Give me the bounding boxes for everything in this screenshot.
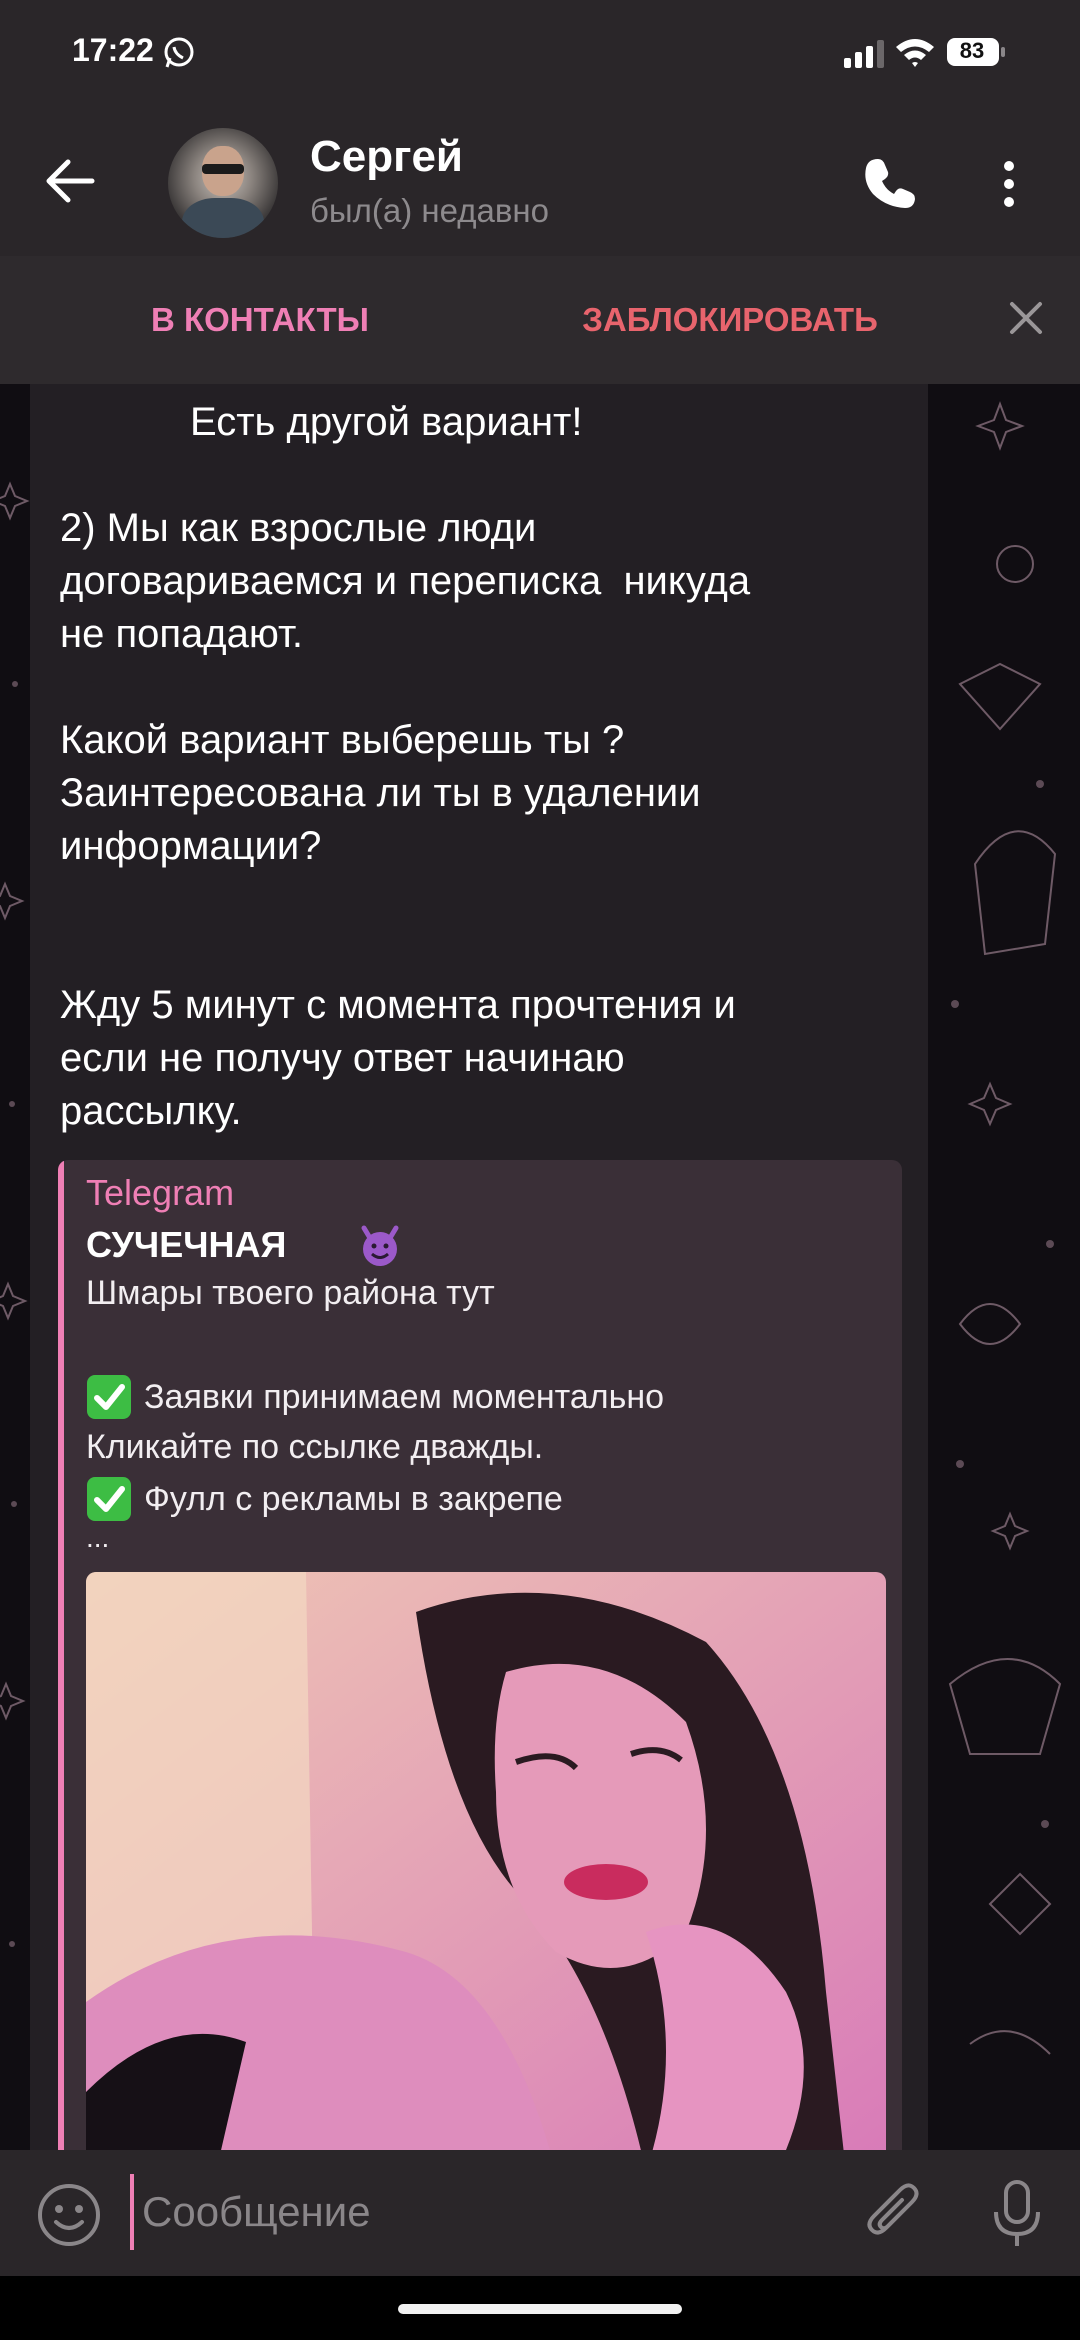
- avatar-glasses: [202, 164, 244, 174]
- contact-name[interactable]: Сергей: [310, 132, 463, 182]
- check-mark-icon: [87, 1375, 131, 1419]
- battery-level: 83: [959, 38, 985, 63]
- paperclip-icon[interactable]: [864, 2182, 924, 2246]
- preview-line-4: Фулл с рекламы в закрепе: [144, 1480, 563, 1518]
- preview-line-2: Заявки принимаем моментально: [144, 1378, 665, 1416]
- preview-title: СУЧЕЧНАЯ: [86, 1224, 287, 1265]
- whatsapp-icon: [164, 37, 194, 68]
- check-mark-icon: [87, 1477, 131, 1521]
- microphone-icon[interactable]: [990, 2178, 1044, 2250]
- message-input-bar: [0, 2150, 1080, 2276]
- status-time: 17:22: [72, 32, 154, 68]
- preview-site-name: Telegram: [86, 1172, 235, 1213]
- smiling-devil-icon: [361, 1225, 399, 1266]
- avatar-body: [182, 198, 264, 238]
- contact-action-bar: В КОНТАКТЫ ЗАБЛОКИРОВАТЬ: [0, 256, 1080, 384]
- preview-image[interactable]: [86, 1572, 886, 2150]
- home-indicator[interactable]: [398, 2304, 682, 2314]
- message-input[interactable]: [130, 2174, 842, 2250]
- message-text-para3: Какой вариант выберешь ты ? Заинтересова…: [60, 718, 701, 868]
- call-icon[interactable]: [864, 156, 918, 210]
- emoji-icon[interactable]: [36, 2182, 102, 2248]
- message-bubble[interactable]: Есть другой вариант! 2) Мы как взрослые …: [30, 384, 928, 2150]
- wifi-icon: [896, 39, 934, 67]
- preview-line-1: Шмары твоего района тут: [86, 1274, 495, 1312]
- signal-icon: [844, 40, 884, 68]
- preview-line-3: Кликайте по ссылке дважды.: [86, 1428, 544, 1466]
- avatar[interactable]: [168, 128, 278, 238]
- add-contact-button[interactable]: В КОНТАКТЫ: [60, 256, 460, 384]
- back-icon[interactable]: [44, 158, 96, 204]
- link-preview-card[interactable]: Telegram СУЧЕЧНАЯ Шмары твоего района ту…: [58, 1160, 902, 2150]
- chat-area[interactable]: Есть другой вариант! 2) Мы как взрослые …: [0, 384, 1080, 2150]
- message-text-line1: Есть другой вариант!: [190, 400, 583, 444]
- status-bar: 17:22 83: [0, 0, 1080, 110]
- chat-header: Сергей был(а) недавно: [0, 110, 1080, 256]
- close-icon[interactable]: [1008, 300, 1044, 336]
- contact-status: был(а) недавно: [310, 192, 549, 229]
- message-text-para4: Жду 5 минут с момента прочтения и если н…: [60, 983, 736, 1133]
- message-text-para2: 2) Мы как взрослые люди договариваемся и…: [60, 506, 751, 656]
- preview-ellipsis: ...: [86, 1522, 110, 1553]
- more-icon[interactable]: [1002, 160, 1016, 208]
- block-button[interactable]: ЗАБЛОКИРОВАТЬ: [520, 256, 940, 384]
- preview-accent-bar: [58, 1160, 64, 2150]
